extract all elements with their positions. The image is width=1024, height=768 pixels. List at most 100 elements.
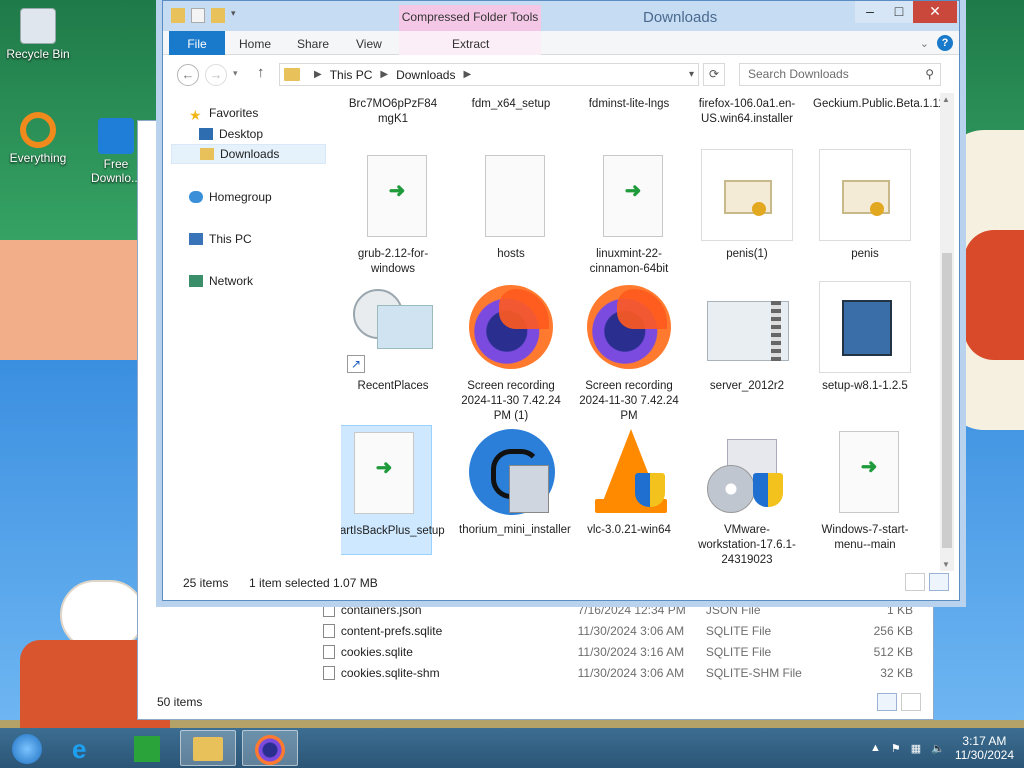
homegroup-icon — [189, 191, 203, 203]
properties-icon[interactable] — [191, 8, 205, 23]
chevron-down-icon[interactable]: ▾ — [231, 8, 239, 23]
fdm-icon — [98, 118, 134, 154]
table-row[interactable]: cookies.sqlite-shm 11/30/2024 3:06 AM SQ… — [323, 662, 913, 683]
file-label: Geckium.Public.Beta.1.11.0 — [813, 98, 943, 110]
file-label: StartIsBackPlus_setup — [341, 525, 445, 537]
new-folder-icon[interactable] — [211, 8, 225, 23]
clock-time: 3:17 AM — [962, 734, 1007, 748]
action-center-icon[interactable]: ⚑ — [891, 742, 901, 755]
forward-button[interactable]: → — [205, 64, 227, 86]
network-status-icon[interactable]: ▦ — [911, 742, 921, 755]
file-item[interactable]: hosts — [459, 149, 563, 262]
recent-locations-icon[interactable]: ▾ — [233, 68, 238, 79]
refresh-button[interactable]: ⟳ — [703, 63, 725, 86]
breadcrumb-this-pc[interactable]: This PC — [330, 68, 373, 82]
window-title: Downloads — [643, 9, 718, 26]
volume-muted-icon[interactable]: 🔈 — [931, 742, 945, 755]
large-icons-view-button[interactable] — [929, 573, 949, 591]
table-row[interactable]: content-prefs.sqlite 11/30/2024 3:06 AM … — [323, 620, 913, 641]
large-icons-view-button[interactable] — [901, 693, 921, 711]
file-item[interactable]: penis — [813, 149, 917, 262]
file-label: Screen recording 2024-11-30 7.42.24 PM — [579, 380, 679, 422]
vertical-scrollbar[interactable]: ▲ ▼ — [940, 93, 954, 571]
show-hidden-icons-icon[interactable]: ▲ — [870, 742, 881, 754]
file-item[interactable]: penis(1) — [695, 149, 799, 262]
breadcrumb-downloads[interactable]: Downloads — [396, 68, 455, 82]
folder-icon[interactable] — [171, 8, 185, 23]
file-thumbnail: ➜ — [819, 425, 911, 517]
taskbar-firefox[interactable] — [242, 730, 298, 766]
nav-network[interactable]: Network — [189, 271, 253, 291]
details-view-button[interactable] — [877, 693, 897, 711]
file-item[interactable]: fdminst-lite-lngs — [577, 97, 681, 112]
file-item[interactable]: Screen recording 2024-11-30 7.42.24 PM (… — [459, 281, 563, 424]
details-view-button[interactable] — [905, 573, 925, 591]
up-button[interactable]: ↑ — [257, 64, 265, 81]
table-row[interactable]: cookies.sqlite 11/30/2024 3:16 AM SQLITE… — [323, 641, 913, 662]
address-bar[interactable]: ▶ This PC ▶ Downloads ▶ ▾ — [279, 63, 699, 86]
scrollbar-thumb[interactable] — [942, 253, 952, 548]
nav-downloads[interactable]: Downloads — [171, 144, 326, 164]
file-label: penis(1) — [726, 248, 768, 260]
nav-this-pc[interactable]: This PC — [189, 229, 252, 249]
start-button[interactable] — [4, 730, 50, 766]
file-item[interactable]: setup-w8.1-1.2.5 — [813, 281, 917, 394]
network-icon — [189, 275, 203, 287]
close-button[interactable]: ✕ — [913, 1, 957, 23]
file-item[interactable]: fdm_x64_setup — [459, 97, 563, 112]
desktop-icon-everything[interactable]: Everything — [2, 112, 74, 165]
nav-homegroup[interactable]: Homegroup — [189, 187, 272, 207]
address-dropdown-icon[interactable]: ▾ — [689, 69, 694, 80]
tab-share[interactable]: Share — [297, 31, 329, 55]
clock[interactable]: 3:17 AM 11/30/2024 — [955, 734, 1014, 762]
tab-view[interactable]: View — [356, 31, 382, 55]
file-name: content-prefs.sqlite — [340, 623, 443, 638]
file-item[interactable]: vlc-3.0.21-win64 — [577, 425, 681, 538]
taskbar-store[interactable] — [120, 730, 176, 766]
file-item[interactable]: Screen recording 2024-11-30 7.42.24 PM — [577, 281, 681, 424]
help-icon[interactable]: ? — [937, 35, 953, 51]
installer-arrow-icon: ➜ — [860, 456, 878, 478]
taskbar-file-explorer[interactable] — [180, 730, 236, 766]
maximize-button[interactable]: □ — [885, 1, 913, 23]
expand-ribbon-icon[interactable]: ⌄ — [920, 37, 929, 50]
back-button[interactable]: ← — [177, 64, 199, 86]
file-item[interactable]: Brc7MO6pPzF84 mgK1 — [341, 97, 445, 127]
view-toggle — [905, 573, 949, 591]
internet-explorer-icon: e — [72, 734, 87, 764]
file-grid: Brc7MO6pPzF84 mgK1 fdm_x64_setup fdminst… — [341, 93, 943, 563]
explorer-window[interactable]: ▾ Compressed Folder Tools Downloads – □ … — [162, 0, 960, 601]
breadcrumb-separator-icon: ▶ — [463, 69, 472, 80]
nav-favorites[interactable]: ★ Favorites — [189, 103, 258, 123]
file-item[interactable]: VMware-workstation-17.6.1-24319023 — [695, 425, 799, 563]
tab-extract[interactable]: Extract — [452, 31, 489, 55]
file-item[interactable]: Geckium.Public.Beta.1.11.0 — [813, 97, 943, 112]
file-thumbnail: ➜ — [341, 426, 426, 518]
file-item[interactable]: ➜ Windows-7-start-menu--main — [813, 425, 917, 553]
file-date: 11/30/2024 3:16 AM — [577, 644, 685, 659]
file-item[interactable]: ➜ linuxmint-22-cinnamon-64bit — [577, 149, 681, 277]
scroll-up-icon[interactable]: ▲ — [942, 95, 950, 104]
ribbon-tabs: File Home Share View Extract ⌄ ? — [163, 31, 959, 55]
file-item[interactable]: ➜ grub-2.12-for-windows — [341, 149, 445, 277]
minimize-button[interactable]: – — [855, 1, 885, 23]
file-item[interactable]: server_2012r2 — [695, 281, 799, 394]
table-row[interactable]: containers.json 7/16/2024 12:34 PM JSON … — [323, 599, 913, 620]
file-item[interactable]: firefox-106.0a1.en-US.win64.installer — [695, 97, 799, 127]
file-item-selected[interactable]: ➜ StartIsBackPlus_setup — [341, 425, 445, 555]
taskbar-internet-explorer[interactable]: e — [60, 730, 116, 766]
context-tab-group: Compressed Folder Tools — [399, 5, 541, 31]
tab-file[interactable]: File — [169, 31, 225, 55]
file-thumbnail — [701, 281, 793, 373]
title-bar[interactable]: ▾ Compressed Folder Tools Downloads – □ … — [163, 1, 959, 31]
file-type: JSON File — [705, 602, 761, 617]
tab-home[interactable]: Home — [239, 31, 271, 55]
file-item[interactable]: thorium_mini_installer — [459, 425, 571, 538]
search-input[interactable]: Search Downloads ⚲ — [739, 63, 941, 86]
nav-desktop[interactable]: Desktop — [199, 124, 263, 144]
file-item[interactable]: ↗ RecentPlaces — [341, 281, 445, 394]
desktop-icon-recycle-bin[interactable]: Recycle Bin — [2, 8, 74, 61]
file-thumbnail — [701, 149, 793, 241]
scroll-down-icon[interactable]: ▼ — [942, 560, 950, 569]
star-icon: ★ — [189, 107, 202, 123]
